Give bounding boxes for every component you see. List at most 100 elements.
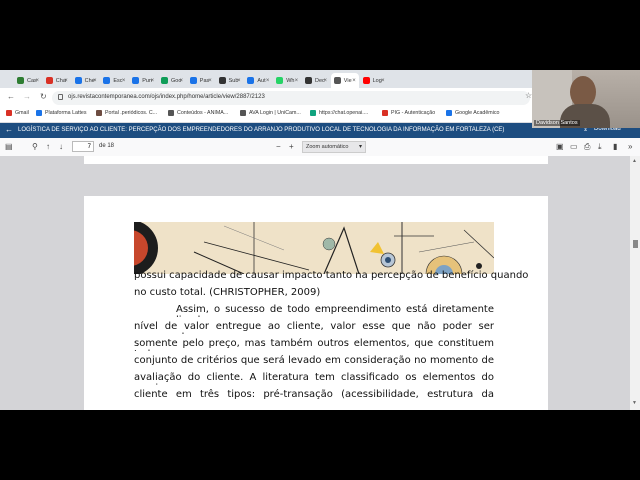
search-icon[interactable]: ⚲ xyxy=(32,142,38,151)
tab-favicon-icon xyxy=(17,77,24,84)
doc-line: conjunto de critérios que será levado em… xyxy=(134,355,494,366)
bookmark-label: Conteúdos - ANIMA... xyxy=(177,110,229,116)
browser-tab[interactable]: Che × xyxy=(72,73,100,88)
close-tab-icon[interactable]: × xyxy=(352,78,356,84)
article-title[interactable]: LOGÍSTICA DE SERVIÇO AO CLIENTE: PERCEPÇ… xyxy=(18,127,504,133)
doc-line: Assim, o sucesso de todo empreendimento … xyxy=(176,304,494,317)
close-tab-icon[interactable]: × xyxy=(208,78,212,84)
bookmark-favicon-icon xyxy=(446,110,452,116)
bookmark-favicon-icon xyxy=(240,110,246,116)
zoom-in-icon[interactable]: + xyxy=(289,142,294,151)
tab-favicon-icon xyxy=(276,77,284,84)
close-tab-icon[interactable]: × xyxy=(151,78,155,84)
close-tab-icon[interactable]: × xyxy=(381,78,385,84)
bookmark-label: PIG - Autenticação xyxy=(391,110,436,116)
browser-tab[interactable]: Pas × xyxy=(187,73,215,88)
tab-favicon-icon xyxy=(189,77,197,84)
close-tab-icon[interactable]: × xyxy=(64,78,68,84)
bookmark-icon[interactable]: ▮ xyxy=(613,142,617,151)
tab-label: Aut xyxy=(257,77,266,84)
tab-label: Wh xyxy=(286,77,295,84)
lock-icon[interactable] xyxy=(58,94,63,100)
header-artwork xyxy=(134,222,494,274)
bookmark-item[interactable]: Gmail xyxy=(6,110,29,116)
scrollbar[interactable]: ▲ ▼ xyxy=(630,156,640,410)
pdf-page-current: possui capacidade de causar impacto tant… xyxy=(84,196,548,410)
bookmark-item[interactable]: Conteúdos - ANIMA... xyxy=(168,110,228,116)
bookmark-item[interactable]: Plataforma Lattes xyxy=(36,110,87,116)
tab-favicon-icon xyxy=(333,77,341,84)
pdf-toolbar: ▤ ⚲ ↑ ↓ 7 de 18 − + Zoom automático ▾ ▣ … xyxy=(0,138,640,157)
next-page-icon[interactable]: ↓ xyxy=(59,142,63,151)
close-tab-icon[interactable]: × xyxy=(35,78,39,84)
sidebar-toggle-icon[interactable]: ▤ xyxy=(5,142,13,151)
scroll-up-icon[interactable]: ▲ xyxy=(632,158,637,164)
bookmark-favicon-icon xyxy=(6,110,12,116)
tab-favicon-icon xyxy=(74,77,82,84)
close-tab-icon[interactable]: × xyxy=(122,78,126,84)
bookmark-label: Plataforma Lattes xyxy=(45,110,87,116)
browser-tab[interactable]: Log × xyxy=(360,73,388,88)
doc-line: somente pelo preço, mas também outros el… xyxy=(134,338,494,351)
browser-tab[interactable]: Esc × xyxy=(100,73,128,88)
browser-tab[interactable]: Cha × xyxy=(43,73,71,88)
tab-favicon-icon xyxy=(132,77,140,84)
participant-name: Davidson Santos xyxy=(534,120,580,126)
close-tab-icon[interactable]: × xyxy=(323,78,327,84)
address-bar[interactable]: ojs.revistacontemporanea.com/ojs/index.p… xyxy=(52,91,530,105)
browser-tab[interactable]: Wh × xyxy=(273,73,301,88)
browser-tab[interactable]: Dec × xyxy=(302,73,330,88)
browser-tab[interactable]: Goo × xyxy=(158,73,186,88)
bookmark-label: Gmail xyxy=(15,110,29,116)
browser-tab[interactable]: Vie × xyxy=(330,73,359,88)
bookmark-favicon-icon xyxy=(168,110,174,116)
webcam-overlay: Davidson Santos xyxy=(532,70,640,128)
bookmark-label: Portal .periódicos. C... xyxy=(105,110,158,116)
browser-tab[interactable]: Cas × xyxy=(14,73,42,88)
close-tab-icon[interactable]: × xyxy=(237,78,241,84)
bookmark-item[interactable]: PIG - Autenticação xyxy=(382,110,435,116)
scroll-thumb[interactable] xyxy=(633,240,638,248)
forward-icon[interactable]: → xyxy=(23,92,31,101)
back-arrow-icon[interactable]: ← xyxy=(5,125,13,134)
page-number-input[interactable]: 7 xyxy=(72,141,94,152)
presentation-mode-icon[interactable]: ▣ xyxy=(556,142,564,151)
close-tab-icon[interactable]: × xyxy=(295,78,299,84)
scroll-down-icon[interactable]: ▼ xyxy=(632,400,637,406)
tab-favicon-icon xyxy=(103,77,111,84)
zoom-select[interactable]: Zoom automático ▾ xyxy=(302,141,366,153)
bookmark-favicon-icon xyxy=(382,110,388,116)
tab-favicon-icon xyxy=(161,77,168,84)
bookmark-favicon-icon xyxy=(96,110,102,116)
pdf-page-previous xyxy=(84,156,548,164)
close-tab-icon[interactable]: × xyxy=(179,78,183,84)
bookmark-label: Google Acadêmico xyxy=(455,110,500,116)
open-file-icon[interactable]: ▭ xyxy=(570,142,578,151)
bookmark-item[interactable]: Google Acadêmico xyxy=(446,110,499,116)
zoom-label: Zoom automático xyxy=(306,144,349,150)
doc-line: possui capacidade de causar impacto tant… xyxy=(134,270,529,281)
browser-tab[interactable]: Pun × xyxy=(129,73,157,88)
print-icon[interactable]: ⎙ xyxy=(584,142,590,152)
previous-page-icon[interactable]: ↑ xyxy=(46,142,50,151)
browser-tab[interactable]: Sub × xyxy=(216,73,244,88)
pdf-viewer[interactable]: possui capacidade de causar impacto tant… xyxy=(0,156,640,410)
doc-line: avaliação do cliente. A literatura tem c… xyxy=(134,372,494,385)
bookmark-item[interactable]: AVA Login | UniCam... xyxy=(240,110,301,116)
zoom-out-icon[interactable]: − xyxy=(276,142,281,151)
doc-line: cliente em três tipos: pré-transação (ac… xyxy=(134,389,494,400)
tab-favicon-icon xyxy=(362,77,370,84)
bookmark-item[interactable]: https://chat.openai.... xyxy=(310,110,368,116)
tools-menu-icon[interactable]: » xyxy=(628,142,632,151)
close-tab-icon[interactable]: × xyxy=(266,78,270,84)
save-icon[interactable]: ⤓ xyxy=(598,142,602,152)
url-text[interactable]: ojs.revistacontemporanea.com/ojs/index.p… xyxy=(68,94,265,100)
bookmark-item[interactable]: Portal .periódicos. C... xyxy=(96,110,157,116)
back-icon[interactable]: ← xyxy=(7,92,15,101)
browser-tab[interactable]: Aut × xyxy=(244,73,272,88)
close-tab-icon[interactable]: × xyxy=(93,78,97,84)
browser-window: Cas × Cha × Che × Esc × Pun × Goo × Pas × Sub × Aut × Wh × D… xyxy=(0,70,640,410)
reload-icon[interactable]: ↻ xyxy=(40,92,47,101)
tab-label: Vie xyxy=(343,77,352,84)
tab-favicon-icon xyxy=(218,77,226,84)
